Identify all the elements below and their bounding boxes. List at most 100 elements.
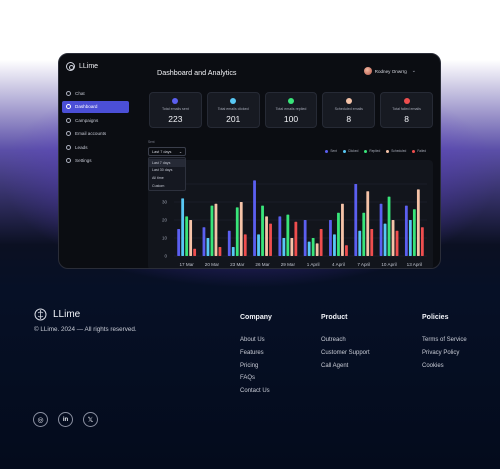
- bar-sent[interactable]: [177, 229, 181, 256]
- bar-failed[interactable]: [370, 229, 374, 256]
- bar-scheduled[interactable]: [214, 203, 218, 256]
- bar-sent[interactable]: [227, 230, 231, 256]
- user-menu[interactable]: Rodney Onwrrg ⌄: [363, 67, 416, 75]
- bar-failed[interactable]: [243, 234, 247, 256]
- bar-scheduled[interactable]: [189, 220, 193, 256]
- x-tick-label: 10 April: [381, 262, 396, 267]
- bar-sent[interactable]: [303, 220, 307, 256]
- legend-item: Scheduled: [386, 149, 406, 153]
- footer-link[interactable]: Features: [240, 350, 272, 363]
- bar-sent[interactable]: [253, 180, 256, 256]
- footer-link[interactable]: Customer Support: [321, 350, 370, 363]
- bar-scheduled[interactable]: [290, 238, 294, 256]
- footer-link[interactable]: Terms of Service: [422, 337, 467, 350]
- legend-item: Sent: [325, 149, 337, 153]
- bar-failed[interactable]: [395, 230, 399, 256]
- footer-link[interactable]: FAQs: [240, 375, 272, 388]
- sidebar-item-campaigns[interactable]: Campaigns: [62, 114, 129, 126]
- x-icon[interactable]: 𝕏: [83, 412, 98, 427]
- bar-sent[interactable]: [329, 220, 332, 256]
- sidebar-item-email-accounts[interactable]: Email accounts: [62, 128, 129, 140]
- bar-replied[interactable]: [362, 212, 366, 256]
- bar-replied[interactable]: [337, 212, 340, 256]
- dropdown-option[interactable]: Custom: [149, 182, 185, 190]
- bar-replied[interactable]: [210, 205, 214, 256]
- sidebar-item-label: Dashboard: [75, 104, 98, 109]
- bar-scheduled[interactable]: [391, 220, 395, 256]
- chat-icon: [66, 90, 71, 96]
- bar-clicked[interactable]: [231, 247, 235, 256]
- footer-link[interactable]: Call Agent: [321, 363, 370, 376]
- bar-scheduled[interactable]: [416, 189, 420, 256]
- bar-clicked[interactable]: [408, 220, 412, 256]
- bar-failed[interactable]: [345, 245, 348, 256]
- bar-scheduled[interactable]: [341, 203, 344, 256]
- discord-icon[interactable]: ◎: [33, 412, 48, 427]
- bar-failed[interactable]: [218, 247, 222, 256]
- footer-column-title: Company: [240, 314, 272, 321]
- bar-scheduled[interactable]: [265, 216, 268, 256]
- dropdown-option[interactable]: Last 7 days: [149, 159, 185, 167]
- bar-failed[interactable]: [294, 221, 298, 256]
- bar-sent[interactable]: [354, 184, 358, 256]
- footer-link[interactable]: Privacy Policy: [422, 350, 467, 363]
- bar-replied[interactable]: [261, 205, 264, 256]
- bar-clicked[interactable]: [206, 238, 210, 256]
- legend-swatch: [412, 149, 416, 153]
- footer-link[interactable]: Contact Us: [240, 388, 272, 401]
- footer-column-product: Product Outreach Customer Support Call A…: [321, 314, 370, 375]
- footer-link[interactable]: About Us: [240, 337, 272, 350]
- bar-clicked[interactable]: [181, 198, 185, 256]
- legend-swatch: [342, 149, 346, 153]
- date-range-select[interactable]: Last 7 days ⌄: [148, 147, 186, 156]
- bar-replied[interactable]: [311, 238, 315, 256]
- stat-label: Total failed emails: [392, 107, 421, 111]
- bar-replied[interactable]: [387, 196, 391, 256]
- bar-clicked[interactable]: [383, 223, 387, 256]
- bar-sent[interactable]: [379, 203, 383, 256]
- bar-failed[interactable]: [319, 229, 323, 256]
- legend-swatch: [386, 149, 390, 153]
- bar-clicked[interactable]: [282, 238, 286, 256]
- bar-sent[interactable]: [404, 205, 408, 256]
- bar-failed[interactable]: [193, 248, 197, 256]
- bar-clicked[interactable]: [333, 234, 336, 256]
- footer-link[interactable]: Pricing: [240, 363, 272, 376]
- sidebar-item-settings[interactable]: Settings: [62, 155, 129, 167]
- linkedin-icon[interactable]: in: [58, 412, 73, 427]
- bar-replied[interactable]: [286, 214, 290, 256]
- brain-logo-icon: [34, 308, 47, 321]
- x-tick-label: 20 Mar: [205, 262, 220, 267]
- brand[interactable]: LLime: [66, 62, 98, 71]
- bar-scheduled[interactable]: [239, 202, 243, 256]
- bar-scheduled[interactable]: [366, 191, 370, 256]
- sidebar-item-label: Leads: [75, 144, 88, 150]
- bar-clicked[interactable]: [257, 234, 260, 256]
- campaign-icon: [66, 117, 71, 123]
- legend-label: Sent: [330, 149, 337, 153]
- sidebar-item-leads[interactable]: Leads: [62, 141, 129, 153]
- sidebar-item-dashboard[interactable]: Dashboard: [62, 100, 129, 113]
- sidebar-item-label: Campaigns: [75, 117, 99, 123]
- bar-sent[interactable]: [278, 216, 282, 256]
- bar-replied[interactable]: [235, 207, 239, 256]
- footer-link[interactable]: Outreach: [321, 337, 370, 350]
- dropdown-option[interactable]: Last 30 days: [149, 167, 185, 175]
- bar-sent[interactable]: [202, 227, 206, 256]
- sidebar-item-label: Email accounts: [75, 131, 107, 136]
- bar-clicked[interactable]: [307, 241, 311, 256]
- y-tick-label: 10: [162, 236, 168, 241]
- bar-scheduled[interactable]: [315, 243, 319, 256]
- bar-failed[interactable]: [420, 227, 424, 256]
- sidebar-item-label: Chat: [75, 90, 85, 96]
- legend-label: Scheduled: [391, 149, 407, 153]
- sidebar-item-chat[interactable]: Chat: [62, 87, 129, 99]
- bar-clicked[interactable]: [358, 230, 362, 256]
- bar-failed[interactable]: [269, 223, 272, 256]
- footer-brand[interactable]: LLime: [34, 308, 80, 321]
- footer-link[interactable]: Cookies: [422, 363, 467, 376]
- stat-card-failed: Total failed emails 8: [380, 92, 433, 128]
- dropdown-option[interactable]: All time: [149, 174, 185, 182]
- bar-replied[interactable]: [412, 209, 416, 256]
- bar-replied[interactable]: [185, 216, 189, 256]
